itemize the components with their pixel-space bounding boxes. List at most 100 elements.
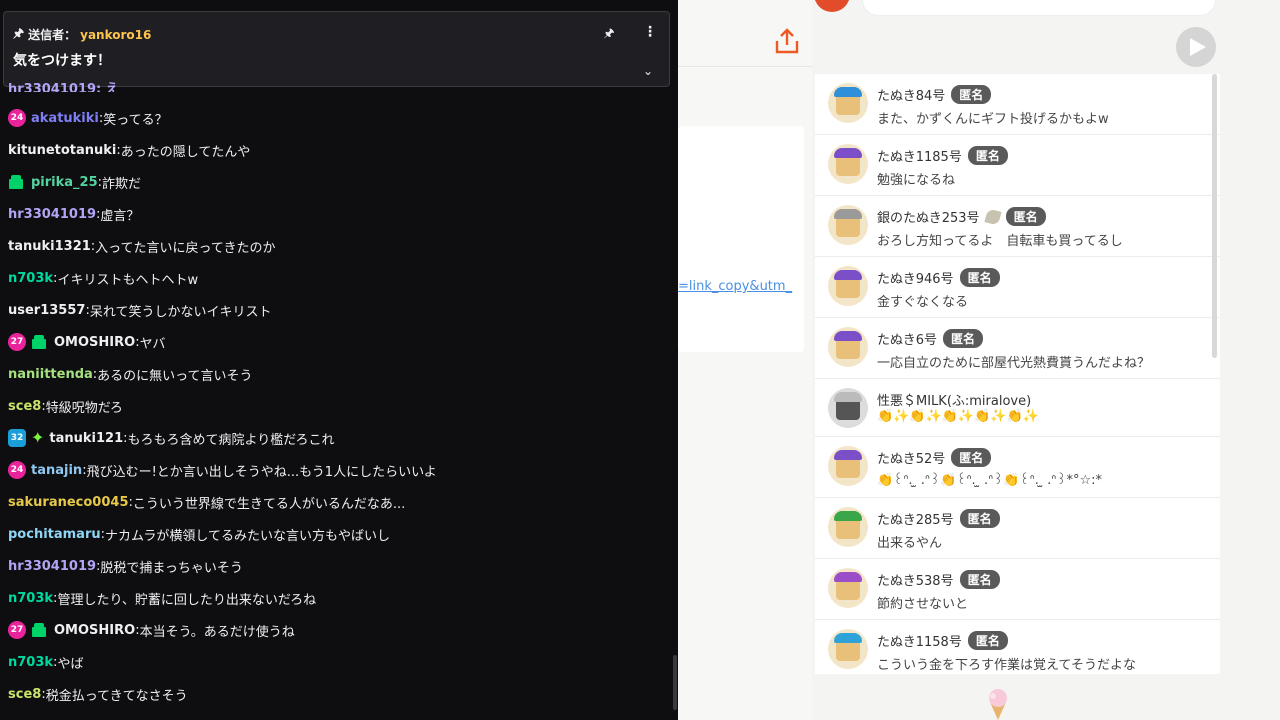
comment-header: たぬき84号 匿名 bbox=[877, 85, 992, 104]
comment-header: たぬき946号 匿名 bbox=[877, 268, 1000, 287]
chat-username[interactable]: pirika_25 bbox=[31, 175, 98, 190]
pinned-message[interactable]: 🖈 送信者： yankoro16 気をつけます！ 🖈 ⋮ ⌄ bbox=[3, 11, 670, 87]
sub-badge-icon[interactable]: 27 bbox=[8, 333, 26, 351]
comment-header: たぬき52号 匿名 bbox=[877, 448, 992, 467]
content-card bbox=[678, 126, 804, 352]
avatar-cap bbox=[834, 572, 862, 582]
comment-scrollbar[interactable] bbox=[1212, 74, 1217, 358]
tanuki-avatar[interactable] bbox=[828, 266, 868, 306]
chevron-down-icon[interactable]: ⌄ bbox=[641, 64, 655, 78]
comment-text: 金すぐなくなる bbox=[877, 295, 969, 310]
chat-message: n703k: やば bbox=[0, 646, 670, 678]
anonymous-badge: 匿名 bbox=[951, 448, 992, 467]
comment-item: たぬき946号 匿名金すぐなくなる bbox=[815, 257, 1220, 318]
comment-text: 👏✨👏✨👏✨👏✨👏✨ bbox=[877, 409, 1039, 424]
chat-username[interactable]: sce8 bbox=[8, 687, 41, 702]
sub-badge-icon[interactable]: 24 bbox=[8, 461, 26, 479]
comment-text: 👏꒰ᐢ. ̫ .ᐢ꒱👏꒰ᐢ. ̫ .ᐢ꒱👏꒰ᐢ. ̫ .ᐢ꒱*°☆:* bbox=[877, 473, 1102, 488]
gift-badge-icon[interactable] bbox=[31, 334, 47, 350]
more-options-icon[interactable]: ⋮ bbox=[643, 24, 657, 40]
anonymous-badge: 匿名 bbox=[1005, 207, 1046, 226]
tanuki-avatar[interactable] bbox=[828, 327, 868, 367]
comment-header: たぬき1158号 匿名 bbox=[877, 631, 1008, 650]
pinned-sender[interactable]: yankoro16 bbox=[80, 28, 151, 42]
chat-username[interactable]: n703k bbox=[8, 655, 53, 670]
pinned-header: 🖈 送信者： yankoro16 bbox=[13, 24, 151, 45]
comment-username: たぬき538号 bbox=[877, 574, 954, 589]
chat-username[interactable]: pochitamaru bbox=[8, 527, 101, 542]
chat-username[interactable]: sakuraneco0045 bbox=[8, 495, 129, 510]
sparkle-badge-icon[interactable]: ✦ bbox=[31, 430, 44, 446]
chat-message: hr33041019: 脱税で捕まっちゃいそう bbox=[0, 550, 670, 582]
chat-text: 虚言？ bbox=[100, 208, 140, 224]
tanuki-avatar[interactable] bbox=[828, 446, 868, 486]
tanuki-avatar[interactable] bbox=[828, 83, 868, 123]
chat-username[interactable]: hr33041019 bbox=[8, 559, 96, 574]
chat-text: あるのに無いって言いそう bbox=[97, 368, 253, 384]
gift-badge-icon[interactable] bbox=[8, 174, 24, 190]
chat-scroll-thumb[interactable] bbox=[673, 655, 677, 710]
comment-item: 性悪＄MILK(ふ:miralove) 👏✨👏✨👏✨👏✨👏✨ bbox=[815, 379, 1220, 437]
comment-text: こういう金を下ろす作業は覚えてそうだよな bbox=[877, 658, 1136, 673]
chat-username[interactable]: user13557 bbox=[8, 303, 85, 318]
chat-username[interactable]: naniittenda bbox=[8, 367, 93, 382]
divider bbox=[678, 66, 812, 67]
comment-item: たぬき84号 匿名 また、かずくんにギフト投げるかもよw bbox=[815, 74, 1220, 135]
chat-username[interactable]: tanuki1321 bbox=[8, 239, 91, 254]
tanuki-avatar[interactable] bbox=[828, 144, 868, 184]
chat-username[interactable]: hr33041019 bbox=[8, 207, 96, 222]
comment-username: 銀のたぬき253号 bbox=[877, 211, 980, 226]
comment-input[interactable] bbox=[862, 0, 1216, 16]
chat-username[interactable]: sce8 bbox=[8, 399, 41, 414]
chat-username[interactable]: tanuki121 bbox=[49, 431, 123, 446]
pinned-text: 気をつけます！ bbox=[13, 53, 111, 69]
comment-panel: たぬき84号 匿名 また、かずくんにギフト投げるかもよw たぬき1185号 匿名 勉強にな… bbox=[812, 0, 1280, 720]
chat-message: kitunetotanuki: あったの隠してたんや bbox=[0, 134, 670, 166]
chat-message: n703k: 管理したり、貯蓄に回したり出来ないだろね bbox=[0, 582, 670, 614]
unpin-icon[interactable]: 🖈 bbox=[601, 24, 617, 40]
share-icon[interactable] bbox=[772, 26, 802, 56]
comment-header: たぬき285号 匿名 bbox=[877, 509, 1000, 528]
comment-text: 出来るやん bbox=[877, 536, 943, 551]
comment-item: たぬき1185号 匿名 勉強になるね bbox=[815, 135, 1220, 196]
chat-username[interactable]: OMOSHIRO bbox=[54, 335, 135, 350]
comment-header: 銀のたぬき253号 匿名 bbox=[877, 207, 1046, 226]
chat-username[interactable]: n703k bbox=[8, 591, 53, 606]
gift-badge-icon[interactable] bbox=[31, 622, 47, 638]
chat-username[interactable]: OMOSHIRO bbox=[54, 623, 135, 638]
chat-text: ナカムラが横領してるみたいな言い方もやばいし bbox=[105, 528, 390, 544]
comment-username: たぬき1158号 bbox=[877, 635, 962, 650]
page-content: =link_copy&utm_ bbox=[678, 0, 812, 720]
comment-item: たぬき1158号 匿名こういう金を下ろす作業は覚えてそうだよな bbox=[815, 620, 1220, 674]
tanuki-avatar[interactable] bbox=[828, 629, 868, 669]
chat-username[interactable]: tanajin bbox=[31, 463, 82, 478]
user-avatar[interactable] bbox=[814, 0, 850, 12]
avatar-cap bbox=[834, 633, 862, 643]
share-link[interactable]: =link_copy&utm_ bbox=[678, 279, 792, 294]
tanuki-avatar[interactable] bbox=[828, 388, 868, 428]
chat-message: 24 akatukiki: 笑ってる？ bbox=[0, 102, 670, 134]
avatar-cap bbox=[834, 148, 862, 158]
anonymous-badge: 匿名 bbox=[959, 268, 1000, 287]
chat-username[interactable]: kitunetotanuki bbox=[8, 143, 116, 158]
sub-badge-icon[interactable]: 24 bbox=[8, 109, 26, 127]
chat-message: 32 ✦ tanuki121: もろもろ含めて病院より檻だろこれ bbox=[0, 422, 670, 454]
chat-text: やば bbox=[57, 656, 84, 672]
chat-message: tanuki1321: 入ってた言いに戻ってきたのか bbox=[0, 230, 670, 262]
send-button[interactable] bbox=[1176, 27, 1216, 67]
pinned-sender-label: 送信者： bbox=[28, 28, 77, 42]
chat-username[interactable]: n703k bbox=[8, 271, 53, 286]
avatar-cap bbox=[834, 331, 862, 341]
chat-message: naniittenda: あるのに無いって言いそう bbox=[0, 358, 670, 390]
sub-badge-icon[interactable]: 27 bbox=[8, 621, 26, 639]
avatar-cap bbox=[834, 270, 862, 280]
comment-text: おろし方知ってるよ 自転車も買ってるし bbox=[877, 234, 1123, 249]
tanuki-avatar[interactable] bbox=[828, 205, 868, 245]
sub-badge-icon[interactable]: 32 bbox=[8, 429, 26, 447]
avatar-cap bbox=[834, 87, 862, 97]
tanuki-avatar[interactable] bbox=[828, 568, 868, 608]
chat-username[interactable]: akatukiki bbox=[31, 111, 99, 126]
tanuki-avatar[interactable] bbox=[828, 507, 868, 547]
chat-message: 27 OMOSHIRO: 本当そう。あるだけ使うね bbox=[0, 614, 670, 646]
chat-message: 24 tanajin: 飛び込むー!とか言い出しそうやね...もう1人にしたらいい… bbox=[0, 454, 670, 486]
